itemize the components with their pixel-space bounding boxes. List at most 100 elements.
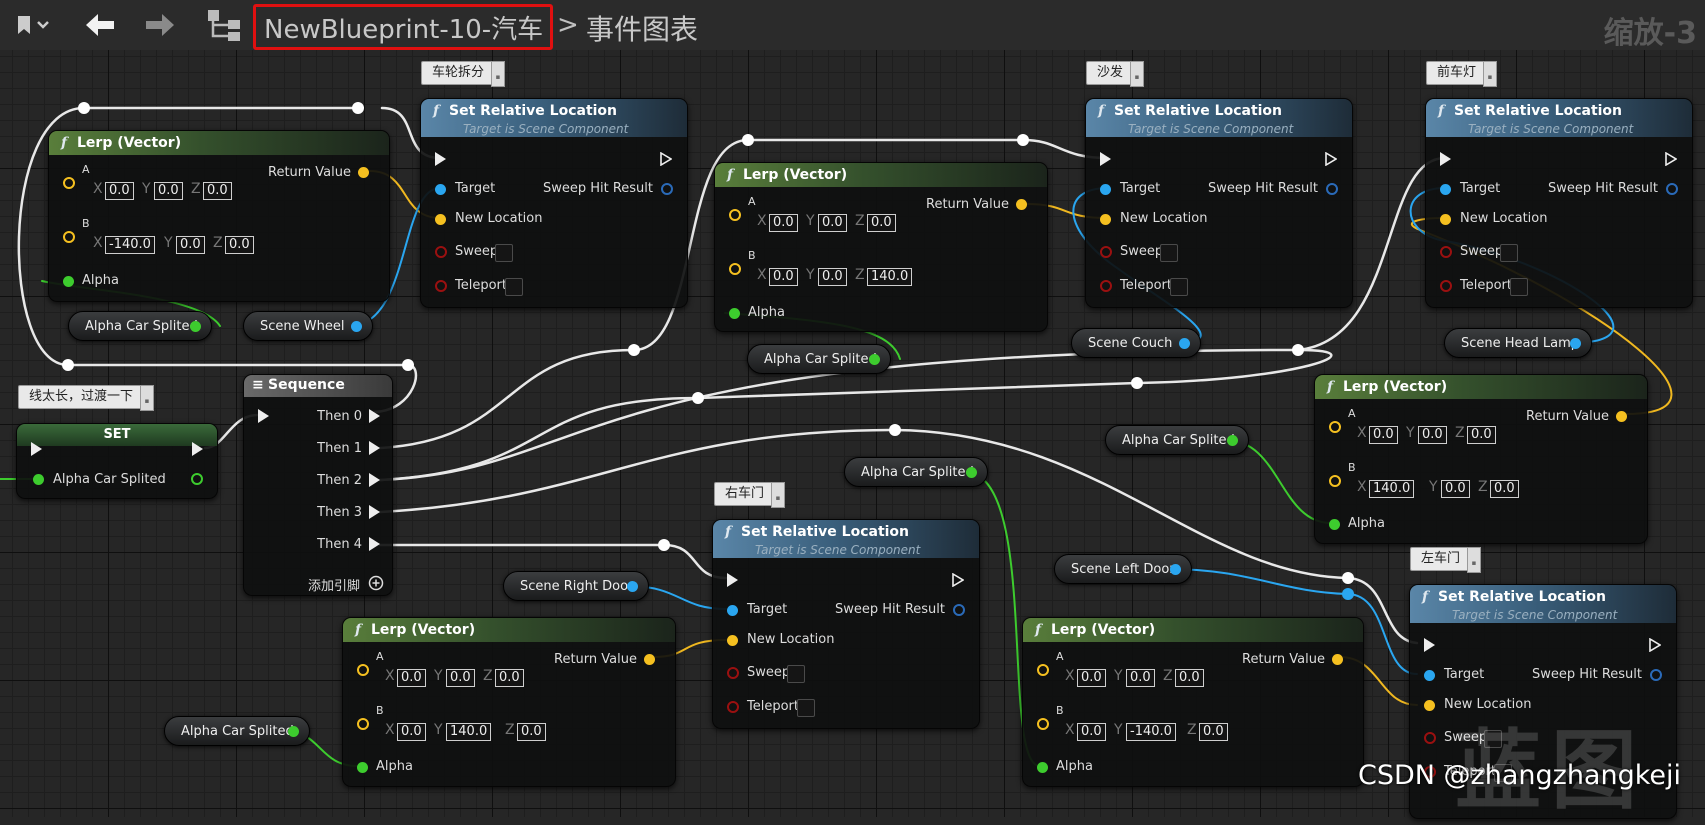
add-pin-label[interactable]: 添加引脚 bbox=[308, 575, 360, 594]
pin-alpha-icon[interactable] bbox=[357, 762, 368, 773]
sweep-checkbox[interactable] bbox=[495, 244, 513, 262]
pin-a-icon[interactable] bbox=[1329, 421, 1341, 433]
new-location-pin[interactable] bbox=[727, 635, 738, 646]
back-button[interactable] bbox=[76, 0, 124, 50]
comment-pin-icon[interactable]: ▪ bbox=[491, 61, 506, 87]
variable-getter[interactable]: Scene Head Lamp bbox=[1444, 328, 1592, 358]
a-z-field[interactable]: 0.0 bbox=[867, 214, 896, 232]
pin-a-icon[interactable] bbox=[1037, 664, 1049, 676]
return-value-pin[interactable] bbox=[358, 167, 369, 178]
comment-bubble[interactable]: 右车门 ▪ bbox=[714, 482, 786, 508]
lerp-vector-node[interactable]: f Lerp (Vector) A X 0.0 Y 0.0 Z 0.0 B X 0… bbox=[714, 162, 1048, 332]
var-output-pin[interactable] bbox=[351, 321, 362, 332]
new-location-pin[interactable] bbox=[1424, 700, 1435, 711]
set-relative-location-node[interactable]: f Set Relative Location Target is Scene Co… bbox=[1425, 98, 1693, 308]
node-header[interactable]: ≡ Sequence bbox=[244, 375, 392, 397]
sweep-pin[interactable] bbox=[435, 246, 447, 258]
var-output-pin[interactable] bbox=[627, 581, 638, 592]
pin-b-icon[interactable] bbox=[1037, 718, 1049, 730]
return-value-pin[interactable] bbox=[1332, 654, 1343, 665]
b-y-field[interactable]: 140.0 bbox=[446, 723, 492, 741]
sweep-checkbox[interactable] bbox=[787, 665, 805, 683]
var-output-pin[interactable] bbox=[869, 354, 880, 365]
lerp-vector-node[interactable]: f Lerp (Vector) A X 0.0 Y 0.0 Z 0.0 B X -… bbox=[48, 130, 390, 302]
target-pin[interactable] bbox=[1440, 184, 1451, 195]
node-header[interactable]: f Lerp (Vector) bbox=[1315, 375, 1647, 399]
exec-out-pin[interactable] bbox=[1649, 638, 1661, 652]
return-value-pin[interactable] bbox=[1616, 411, 1627, 422]
a-y-field[interactable]: 0.0 bbox=[1418, 426, 1447, 444]
node-header[interactable]: f Set Relative Location Target is Scene Co… bbox=[1086, 99, 1352, 137]
b-z-field[interactable]: 0.0 bbox=[1199, 723, 1228, 741]
variable-getter[interactable]: Scene Left Door bbox=[1054, 554, 1192, 584]
node-header[interactable]: f Set Relative Location Target is Scene Co… bbox=[713, 520, 979, 558]
new-location-pin[interactable] bbox=[1100, 214, 1111, 225]
pin-a-icon[interactable] bbox=[63, 177, 75, 189]
pin-b-icon[interactable] bbox=[729, 263, 741, 275]
lerp-vector-node[interactable]: f Lerp (Vector) A X 0.0 Y 0.0 Z 0.0 B X 0… bbox=[342, 617, 676, 787]
var-output-pin[interactable] bbox=[190, 321, 201, 332]
variable-getter[interactable]: Scene Couch bbox=[1071, 328, 1201, 358]
return-value-pin[interactable] bbox=[644, 654, 655, 665]
pin-alpha-icon[interactable] bbox=[1329, 519, 1340, 530]
variable-getter[interactable]: Scene Right Door bbox=[503, 571, 649, 601]
teleport-pin[interactable] bbox=[435, 280, 447, 292]
forward-button[interactable] bbox=[136, 0, 184, 50]
sweep-pin[interactable] bbox=[1440, 246, 1452, 258]
a-x-field[interactable]: 0.0 bbox=[1077, 669, 1106, 687]
target-pin[interactable] bbox=[435, 184, 446, 195]
node-header[interactable]: f Lerp (Vector) bbox=[715, 163, 1047, 187]
b-x-field[interactable]: 0.0 bbox=[1077, 723, 1106, 741]
a-z-field[interactable]: 0.0 bbox=[1175, 669, 1204, 687]
sweep-pin[interactable] bbox=[1424, 732, 1436, 744]
bookmark-dropdown[interactable] bbox=[6, 0, 58, 50]
exec-in-pin[interactable] bbox=[1424, 638, 1435, 652]
teleport-checkbox[interactable] bbox=[505, 278, 523, 296]
sweep-pin[interactable] bbox=[1100, 246, 1112, 258]
var-output-pin[interactable] bbox=[1179, 338, 1190, 349]
b-z-field[interactable]: 0.0 bbox=[517, 723, 546, 741]
pin-b-icon[interactable] bbox=[63, 231, 75, 243]
sweep-checkbox[interactable] bbox=[1160, 244, 1178, 262]
sweep-hit-pin[interactable] bbox=[953, 604, 965, 616]
var-output-pin[interactable] bbox=[1570, 338, 1581, 349]
pin-alpha-icon[interactable] bbox=[729, 308, 740, 319]
target-pin[interactable] bbox=[1100, 184, 1111, 195]
b-y-field[interactable]: 0.0 bbox=[1441, 480, 1470, 498]
comment-bubble[interactable]: 沙发 ▪ bbox=[1086, 61, 1145, 87]
teleport-pin[interactable] bbox=[727, 701, 739, 713]
comment-bubble[interactable]: 前车灯 ▪ bbox=[1426, 61, 1498, 87]
exec-in-pin[interactable] bbox=[435, 152, 446, 166]
value-in-pin[interactable] bbox=[33, 474, 44, 485]
comment-pin-icon[interactable]: ▪ bbox=[771, 482, 786, 508]
b-y-field[interactable]: 0.0 bbox=[176, 236, 205, 254]
sequence-node[interactable]: ≡ Sequence Then 0 Then 1 Then 2 Then 3 T… bbox=[243, 374, 393, 596]
teleport-checkbox[interactable] bbox=[1510, 278, 1528, 296]
then-4-pin[interactable] bbox=[369, 537, 380, 551]
exec-out-pin[interactable] bbox=[1325, 152, 1337, 166]
var-output-pin[interactable] bbox=[1227, 435, 1238, 446]
node-header[interactable]: f Lerp (Vector) bbox=[1023, 618, 1363, 642]
b-z-field[interactable]: 140.0 bbox=[867, 268, 913, 286]
sweep-hit-pin[interactable] bbox=[661, 183, 673, 195]
a-y-field[interactable]: 0.0 bbox=[818, 214, 847, 232]
comment-bubble[interactable]: 线太长，过渡一下 ▪ bbox=[18, 385, 155, 411]
new-location-pin[interactable] bbox=[435, 214, 446, 225]
exec-in-pin[interactable] bbox=[258, 409, 269, 423]
sweep-hit-pin[interactable] bbox=[1326, 183, 1338, 195]
sweep-checkbox[interactable] bbox=[1500, 244, 1518, 262]
b-x-field[interactable]: 140.0 bbox=[1369, 480, 1415, 498]
exec-in-pin[interactable] bbox=[1100, 152, 1111, 166]
variable-getter[interactable]: Alpha Car Splited bbox=[164, 716, 310, 746]
exec-out-pin[interactable] bbox=[660, 152, 672, 166]
teleport-checkbox[interactable] bbox=[797, 699, 815, 717]
set-relative-location-node[interactable]: f Set Relative Location Target is Scene Co… bbox=[712, 519, 980, 729]
b-x-field[interactable]: 0.0 bbox=[769, 268, 798, 286]
sweep-pin[interactable] bbox=[727, 667, 739, 679]
exec-in-pin[interactable] bbox=[727, 573, 738, 587]
new-location-pin[interactable] bbox=[1440, 214, 1451, 225]
node-header[interactable]: f Lerp (Vector) bbox=[49, 131, 389, 155]
pin-a-icon[interactable] bbox=[357, 664, 369, 676]
teleport-checkbox[interactable] bbox=[1170, 278, 1188, 296]
comment-bubble[interactable]: 车轮拆分 ▪ bbox=[421, 61, 506, 87]
